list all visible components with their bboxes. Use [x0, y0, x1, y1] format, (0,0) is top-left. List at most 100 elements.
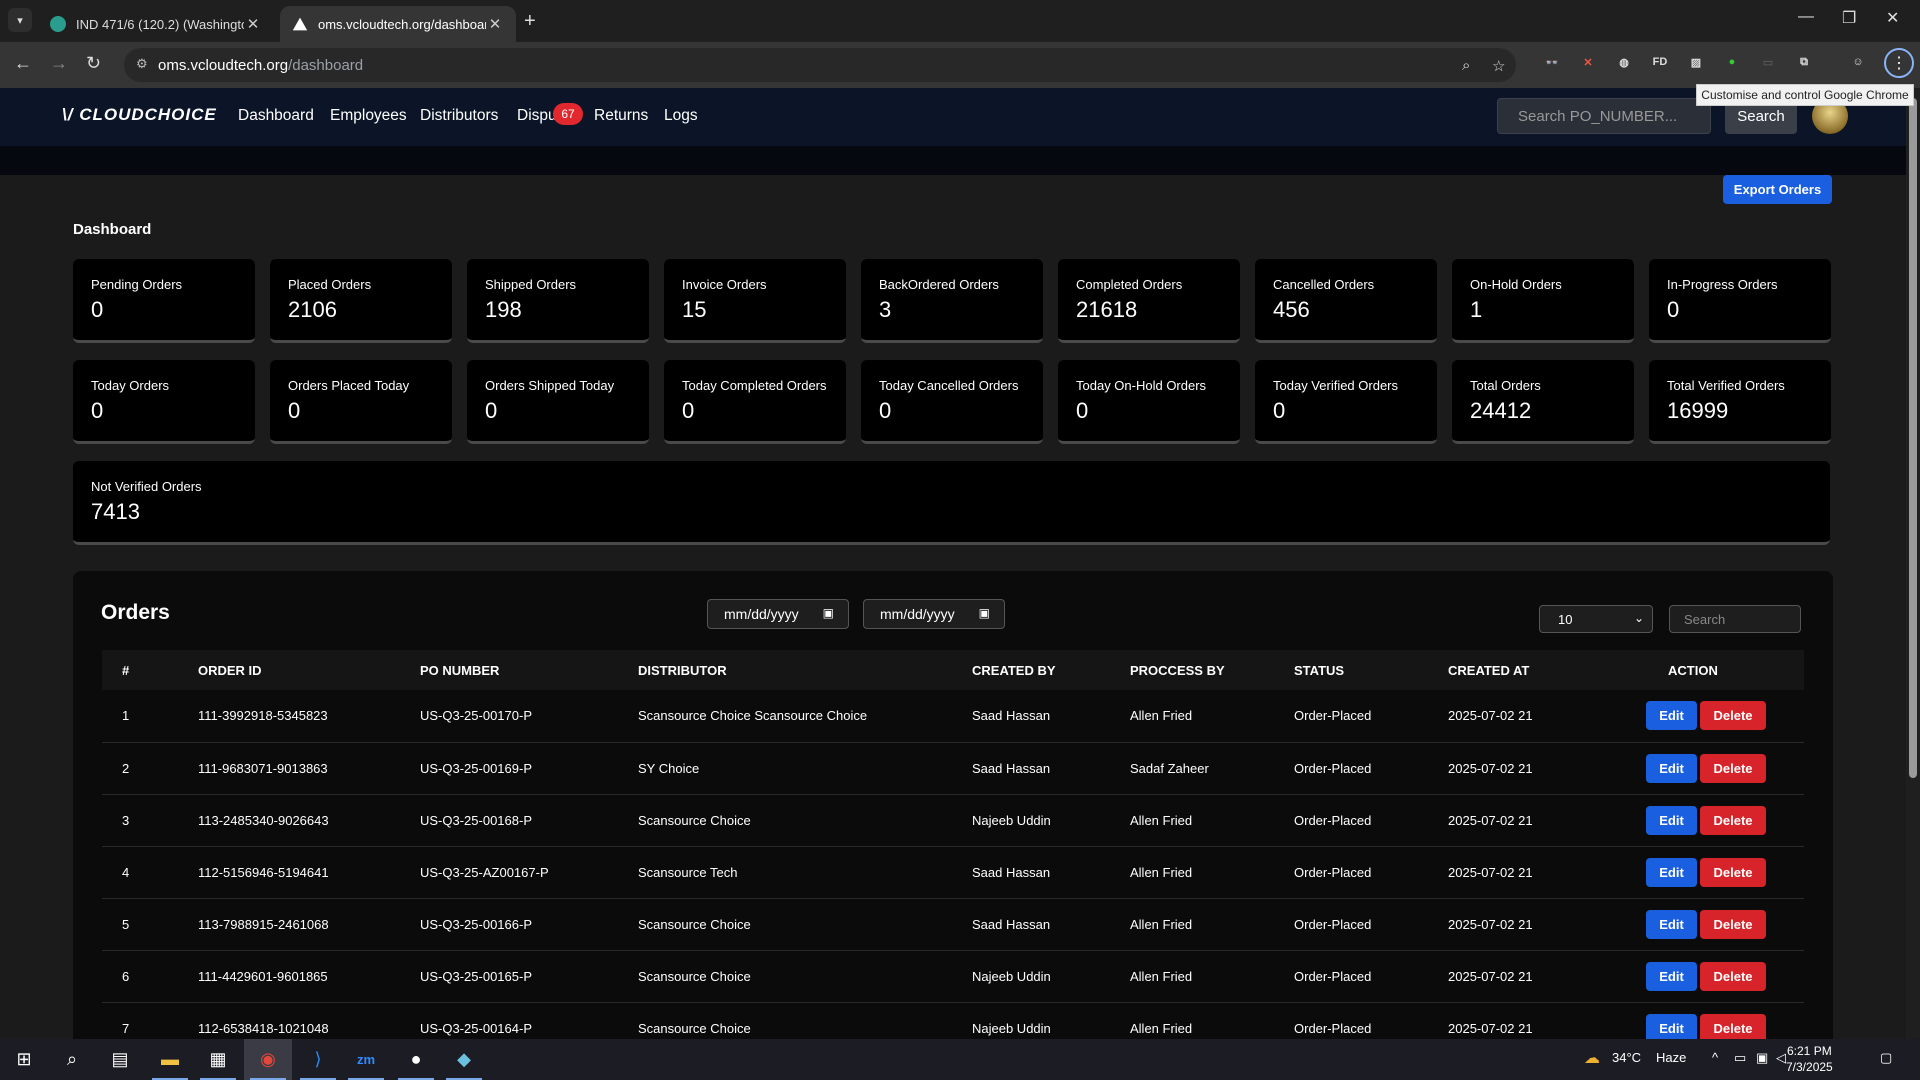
delete-button[interactable]: Delete [1700, 857, 1766, 887]
profile-avatar-icon[interactable]: ☺ [1848, 52, 1868, 72]
stat-label: Today Completed Orders [682, 378, 827, 393]
nav-dashboard[interactable]: Dashboard [238, 107, 314, 125]
table-cell: Scansource Choice [638, 812, 751, 828]
address-bar[interactable]: ⚙ oms.vcloudtech.org/dashboard ⌕ ☆ [124, 48, 1516, 82]
chrome-menu-button[interactable]: ⋮ [1884, 48, 1914, 78]
close-tab-icon[interactable]: ✕ [244, 15, 262, 33]
page-size-select[interactable]: 10 ⌄ [1539, 605, 1653, 633]
stat-card-not-verified: Not Verified Orders 7413 [73, 461, 1830, 545]
taskbar-clock[interactable]: 6:21 PM 7/3/2025 [1786, 1043, 1833, 1075]
tray-chevron-up-icon[interactable]: ^ [1712, 1050, 1718, 1065]
extension-image-icon[interactable]: ▨ [1686, 52, 1706, 72]
delete-button[interactable]: Delete [1700, 805, 1766, 835]
nav-logs[interactable]: Logs [664, 107, 698, 125]
edit-button[interactable]: Edit [1646, 753, 1697, 783]
app-diamond-icon[interactable]: ◆ [440, 1039, 488, 1080]
browser-tab-dashboard[interactable]: oms.vcloudtech.org/dashboard ✕ [280, 6, 516, 42]
calendar-icon[interactable]: ▣ [979, 606, 990, 620]
edit-button[interactable]: Edit [1646, 961, 1697, 991]
weather-icon[interactable]: ☁ [1584, 1048, 1600, 1068]
delete-button[interactable]: Delete [1700, 753, 1766, 783]
volume-muted-icon[interactable]: ◁ [1776, 1050, 1786, 1066]
edit-button[interactable]: Edit [1646, 909, 1697, 939]
reload-icon[interactable]: ↻ [86, 53, 101, 74]
stat-value: 0 [1076, 398, 1089, 423]
po-number-search-input[interactable]: Search PO_NUMBER... [1497, 98, 1711, 134]
network-icon[interactable]: ▣ [1756, 1050, 1768, 1066]
calendar-icon[interactable]: ▣ [823, 606, 834, 620]
tab-search-button[interactable]: ▾ [8, 8, 32, 32]
delete-button[interactable]: Delete [1700, 1013, 1766, 1039]
extension-eyes-icon[interactable]: 👓 [1542, 52, 1562, 72]
table-cell: Order-Placed [1294, 708, 1372, 724]
stat-value: 0 [485, 398, 498, 423]
extension-globe-icon[interactable]: ◍ [1614, 52, 1634, 72]
windows-start-icon[interactable]: ⊞ [0, 1039, 48, 1080]
close-tab-icon[interactable]: ✕ [486, 15, 504, 33]
page-scrollbar[interactable] [1906, 88, 1920, 1039]
chrome-icon[interactable]: ◉ [244, 1039, 292, 1080]
column-header: PROCCESS BY [1130, 662, 1225, 678]
site-info-icon[interactable]: ⚙ [136, 56, 148, 72]
stat-label: Today Orders [91, 378, 170, 393]
stat-value: 198 [485, 297, 522, 322]
search-icon[interactable]: ⌕ [48, 1039, 96, 1080]
stat-label: On-Hold Orders [1470, 277, 1562, 292]
zoom-icon[interactable]: ⌕ [1462, 57, 1470, 74]
extensions-puzzle-icon[interactable]: ⧉ [1794, 52, 1814, 72]
table-cell: 3 [122, 812, 130, 828]
delete-button[interactable]: Delete [1700, 909, 1766, 939]
table-cell: 2025-07-02 21 [1448, 916, 1533, 932]
globe-icon [50, 16, 66, 32]
delete-button[interactable]: Delete [1700, 701, 1766, 731]
weather-temp[interactable]: 34°C [1612, 1050, 1641, 1065]
new-tab-button[interactable]: + [524, 10, 536, 33]
extension-x-icon[interactable]: ✕ [1578, 52, 1598, 72]
back-icon[interactable]: ← [14, 53, 32, 74]
date-to-input[interactable]: mm/dd/yyyy ▣ [863, 599, 1005, 629]
delete-button[interactable]: Delete [1700, 961, 1766, 991]
nav-distributors[interactable]: Distributors [420, 107, 498, 125]
minimize-icon[interactable]: — [1798, 8, 1814, 26]
notification-icon[interactable]: ▢ [1880, 1050, 1892, 1066]
stat-value: 3 [879, 297, 892, 322]
stat-label: Pending Orders [91, 277, 183, 292]
nav-employees[interactable]: Employees [330, 107, 407, 125]
logo-text: CLOUDCHOICE [79, 105, 217, 124]
edit-button[interactable]: Edit [1646, 1013, 1697, 1039]
forward-icon[interactable]: → [50, 53, 68, 74]
extension-fd-icon[interactable]: FD [1650, 52, 1670, 72]
zoom-app-icon[interactable]: zm [342, 1039, 390, 1080]
cloudchoice-logo[interactable]: \/ CLOUDCHOICE [62, 105, 217, 125]
file-explorer-icon[interactable]: ▬ [146, 1039, 194, 1080]
edit-button[interactable]: Edit [1646, 701, 1697, 731]
edit-button[interactable]: Edit [1646, 857, 1697, 887]
date-from-input[interactable]: mm/dd/yyyy ▣ [707, 599, 849, 629]
nav-returns[interactable]: Returns [594, 107, 648, 125]
edit-button[interactable]: Edit [1646, 805, 1697, 835]
browser-tab-ind[interactable]: IND 471/6 (120.2) (Washington ✕ [38, 6, 274, 42]
table-cell: Scansource Tech [638, 864, 738, 880]
stat-value: 0 [91, 398, 104, 423]
battery-icon[interactable]: ▭ [1734, 1050, 1746, 1066]
orders-search-input[interactable]: Search [1669, 605, 1801, 633]
stat-value: 16999 [1667, 398, 1729, 423]
extension-green-icon[interactable]: ● [1722, 52, 1742, 72]
bookmark-star-icon[interactable]: ☆ [1492, 57, 1505, 75]
export-orders-button[interactable]: Export Orders [1723, 175, 1832, 204]
vscode-icon[interactable]: ⟩ [294, 1039, 342, 1080]
stat-value: 0 [288, 398, 301, 423]
app-drop-icon[interactable]: ● [392, 1039, 440, 1080]
nav-disputes[interactable]: Dispu [517, 107, 557, 125]
weather-condition[interactable]: Haze [1656, 1050, 1686, 1065]
close-window-icon[interactable]: ✕ [1886, 8, 1899, 28]
table-cell: 2025-07-02 21 [1448, 864, 1533, 880]
task-view-icon[interactable]: ▤ [96, 1039, 144, 1080]
table-cell: Scansource Choice Scansource Choice [638, 708, 868, 724]
extension-card-icon[interactable]: ▭ [1758, 52, 1778, 72]
scrollbar-thumb[interactable] [1909, 98, 1917, 778]
restore-icon[interactable]: ❐ [1842, 8, 1856, 28]
stat-card: Cancelled Orders 456 [1255, 259, 1437, 343]
column-header: # [122, 662, 130, 678]
store-icon[interactable]: ▦ [194, 1039, 242, 1080]
